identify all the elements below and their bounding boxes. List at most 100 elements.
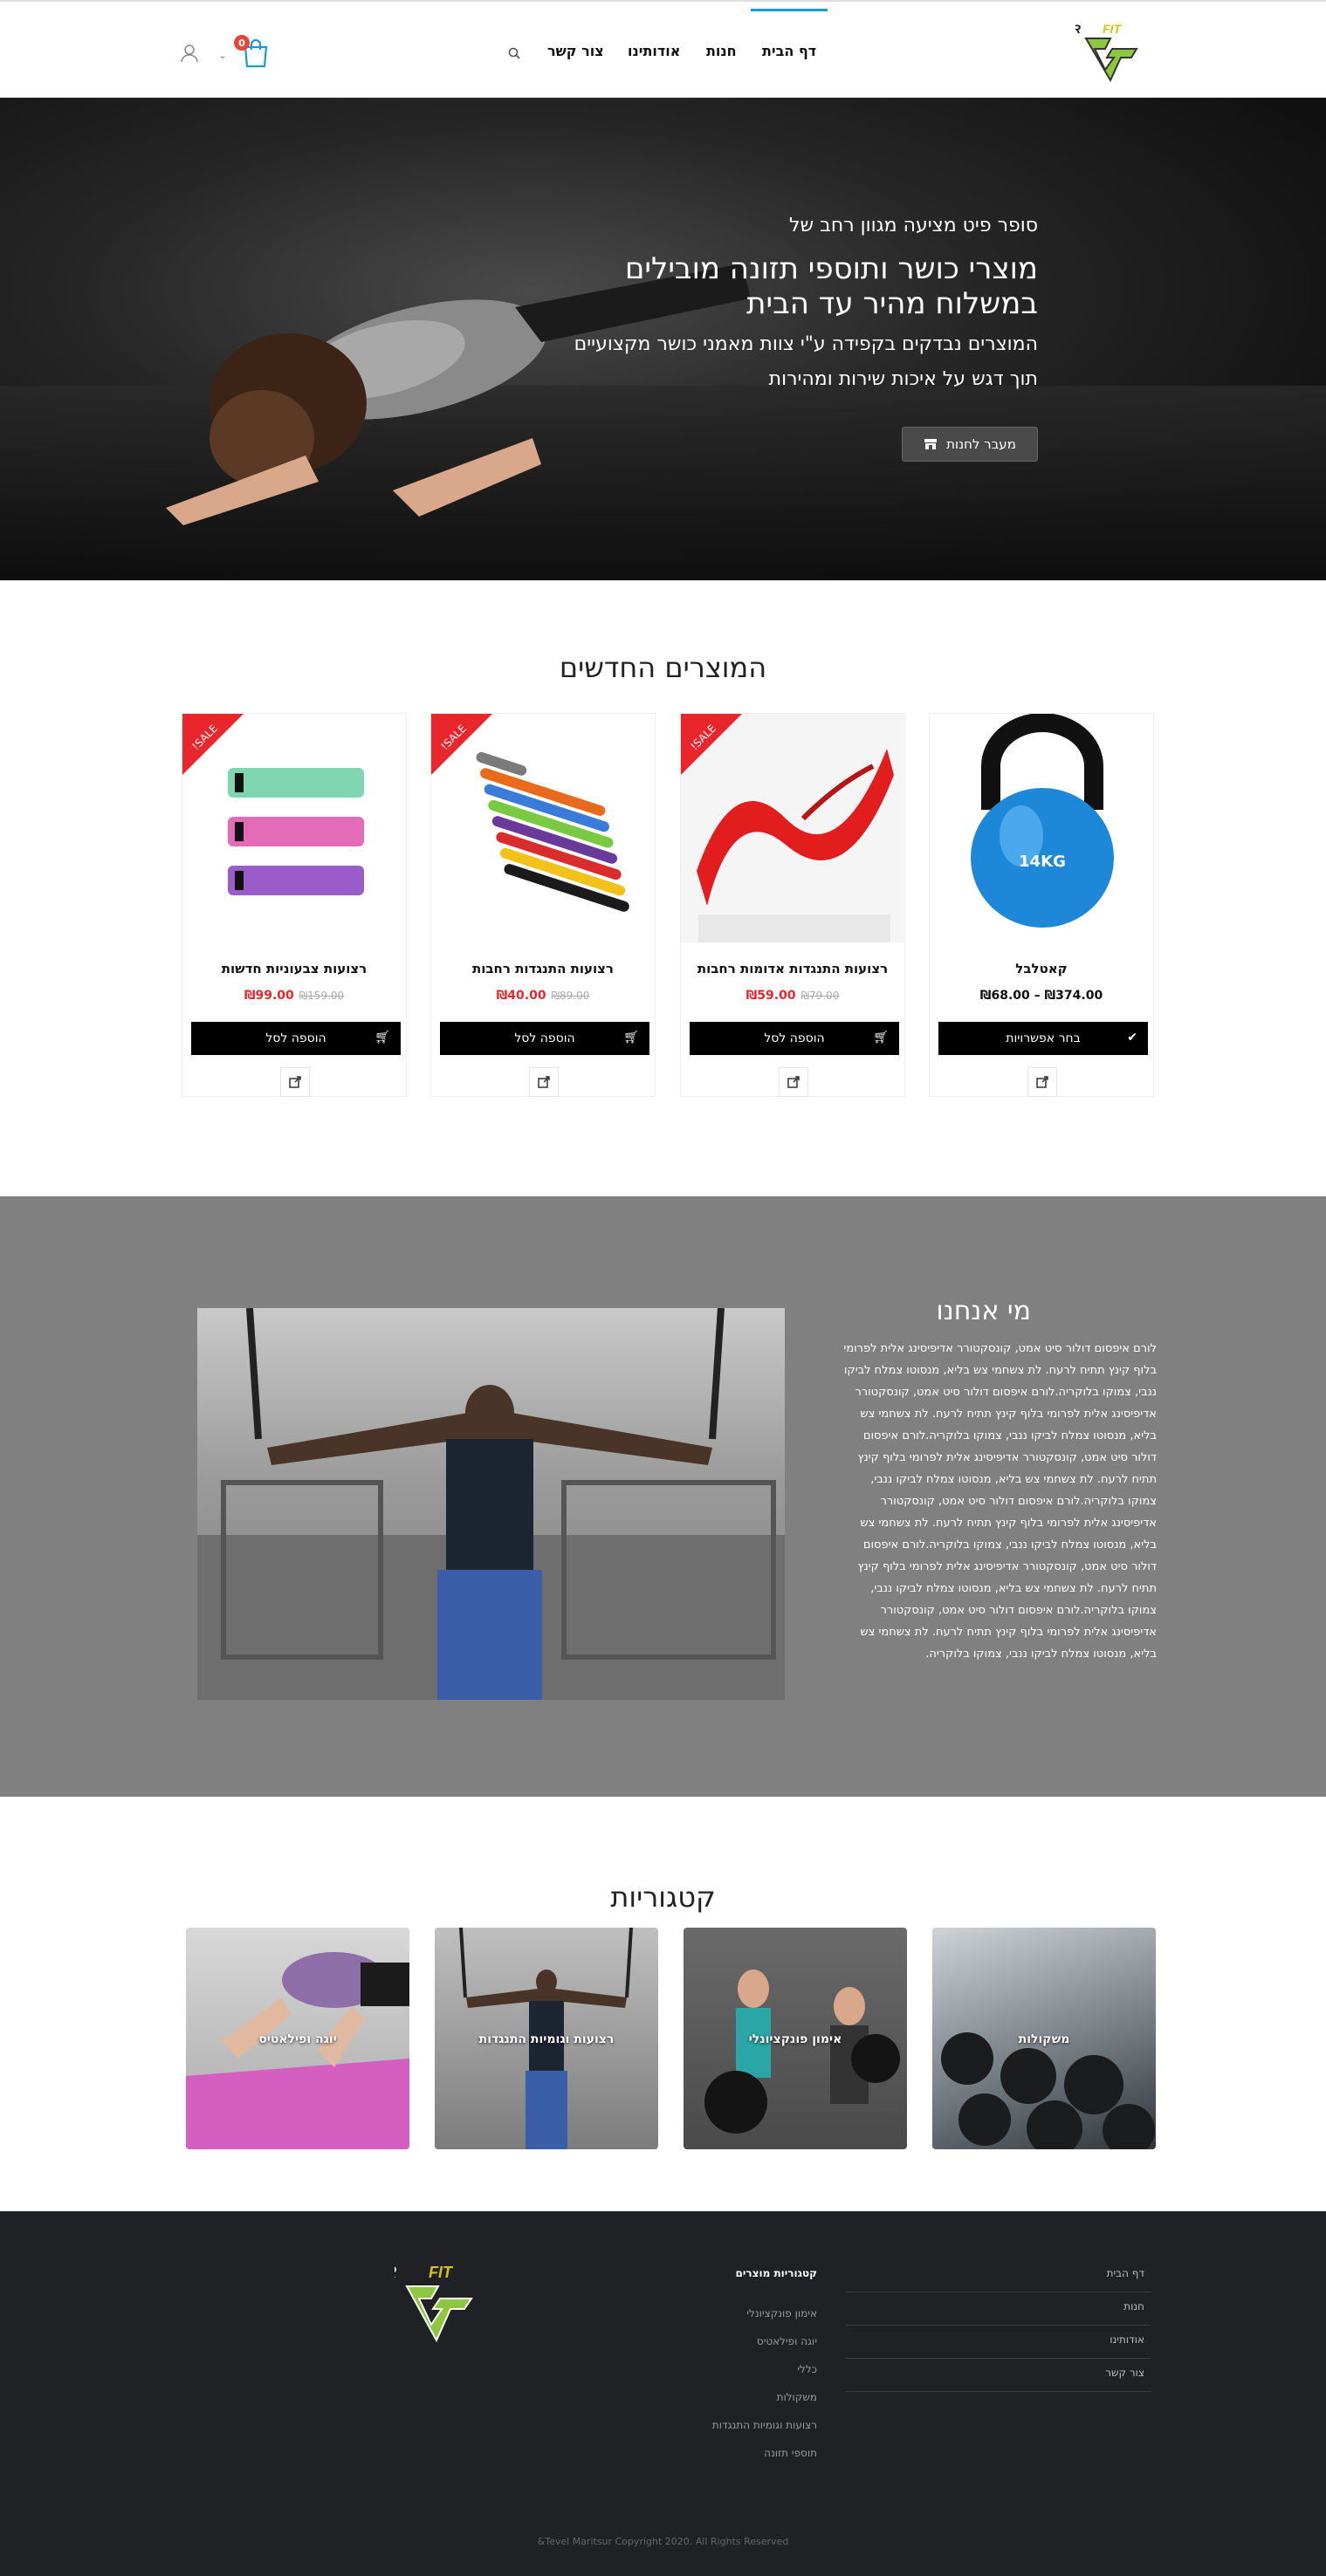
product-image[interactable]: SALE!: [681, 714, 906, 942]
hero-subtitle: סופר פיט מציעה מגוון רחב של: [789, 215, 1038, 236]
product-card[interactable]: SALE! רצועות התנגדות רחבות ₪40.00 ₪89.00 …: [430, 713, 656, 1097]
category-label: יוגה ופילאטיס: [258, 2032, 337, 2046]
category-label: רצועות וגומיות התנגדות: [478, 2032, 615, 2046]
hero-banner: סופר פיט מציעה מגוון רחב של מוצרי כושר ו…: [0, 98, 1326, 580]
button-label: בחר אפשרויות: [1006, 1031, 1081, 1045]
cart-icon: 🛒︎: [374, 1031, 390, 1045]
product-name[interactable]: רצועות התנגדות רחבות: [431, 961, 655, 976]
about-title: מי אנחנו: [936, 1296, 1031, 1326]
check-icon: ✔: [1127, 1031, 1137, 1045]
add-to-cart-button[interactable]: 🛒︎ הוספה לסל: [690, 1022, 899, 1055]
product-name[interactable]: רצועות צבעוניות חדשות: [182, 961, 406, 976]
footer-cat-link[interactable]: כללי: [797, 2363, 817, 2375]
hero-title-line2: במשלוח מהיר עד הבית: [746, 286, 1038, 321]
nav-item-home[interactable]: דף הבית: [762, 2, 816, 99]
nav-contact-label[interactable]: צור קשר: [547, 43, 604, 59]
category-tile-weights[interactable]: משקולות: [932, 1928, 1156, 2149]
product-card[interactable]: SALE! רצועות צבעוניות חדשות ₪99.00 ₪159.0…: [182, 713, 407, 1097]
cart-icon: 🛒︎: [873, 1031, 889, 1045]
divider: [846, 2325, 1151, 2326]
product-image[interactable]: 14KG: [930, 714, 1155, 942]
cart-icon: 🛒︎: [623, 1031, 639, 1045]
divider: [846, 2358, 1151, 2359]
footer-cat-link[interactable]: אימון פונקציונלי: [746, 2307, 817, 2319]
product-price: ₪374.00 – ₪68.00: [930, 989, 1153, 1003]
footer-cat-link[interactable]: רצועות וגומיות התנגדות: [712, 2419, 817, 2431]
product-name[interactable]: קאטלבל: [930, 961, 1153, 976]
nav-item-shop[interactable]: חנות: [706, 2, 737, 99]
category-tile-yoga[interactable]: יוגה ופילאטיס: [186, 1928, 409, 2149]
price-new: ₪59.00: [745, 989, 796, 1003]
share-icon[interactable]: [779, 1067, 808, 1097]
share-icon[interactable]: [529, 1067, 559, 1097]
hero-line1: המוצרים נבדקים בקפידה ע"י צוות מאמני כוש…: [574, 333, 1038, 355]
search-icon[interactable]: [508, 47, 520, 59]
button-label: הוספה לסל: [265, 1031, 326, 1045]
site-header: SUPER FIT דף הבית חנות אודותינו צור קשר …: [0, 0, 1326, 98]
price-old: ₪79.00: [800, 990, 840, 1002]
logo-text-fit: FIT: [429, 2264, 454, 2281]
footer-logo[interactable]: SUPER FIT: [395, 2262, 487, 2346]
price-range: ₪374.00 – ₪68.00: [979, 989, 1103, 1003]
logo-mark: [1084, 38, 1138, 83]
button-label: הוספה לסל: [764, 1031, 825, 1045]
share-icon[interactable]: [280, 1067, 310, 1097]
category-label: אימון פונקציונלי: [748, 2032, 842, 2046]
nav-about-label[interactable]: אודותינו: [628, 43, 680, 59]
category-label: משקולות: [1018, 2032, 1070, 2046]
copyright: Tevel Maritsur Copyright 2020. All Right…: [537, 2536, 789, 2547]
share-icon[interactable]: [1027, 1067, 1057, 1097]
store-icon: [924, 439, 938, 449]
footer-cat-link[interactable]: יוגה ופילאטיס: [757, 2335, 817, 2347]
about-text: לורם איפסום דולור סיט אמט, קונסקטורר אדי…: [843, 1342, 1157, 1661]
kettlebell-weight-label: 14KG: [1019, 853, 1066, 871]
footer-link-home[interactable]: דף הבית: [1107, 2267, 1144, 2279]
logo-text-super: SUPER: [395, 2264, 396, 2281]
shop-now-button[interactable]: מעבר לחנות: [902, 427, 1038, 462]
product-price: ₪59.00 ₪79.00: [681, 989, 904, 1003]
category-tile-bands[interactable]: רצועות וגומיות התנגדות: [435, 1928, 658, 2149]
footer-link-shop[interactable]: חנות: [1123, 2300, 1144, 2312]
hero-line2: תוך דגש על איכות שירות ומהירות: [768, 368, 1038, 390]
about-section: מי אנחנו לורם איפסום דולור סיט אמט, קונס…: [0, 1196, 1326, 1797]
product-card[interactable]: SALE! רצועות התנגדות אדומות רחבות ₪59.00…: [680, 713, 906, 1097]
nav-item-contact[interactable]: צור קשר: [547, 2, 604, 99]
product-card[interactable]: 14KG קאטלבל ₪374.00 – ₪68.00 ✔ בחר אפשרו…: [929, 713, 1154, 1097]
product-price: ₪40.00 ₪89.00: [431, 989, 655, 1003]
product-image[interactable]: SALE!: [182, 714, 408, 942]
product-image[interactable]: SALE!: [431, 714, 656, 942]
price-new: ₪40.00: [496, 989, 546, 1003]
footer-link-contact[interactable]: צור קשר: [1105, 2367, 1144, 2379]
product-price: ₪99.00 ₪159.00: [182, 989, 406, 1003]
price-old: ₪159.00: [299, 990, 345, 1002]
button-label: הוספה לסל: [514, 1031, 575, 1045]
logo-text-super: SUPER: [1075, 22, 1082, 36]
nav-home-label[interactable]: דף הבית: [762, 43, 816, 59]
footer-categories-title: קטגוריות מוצרים: [735, 2267, 817, 2279]
price-old: ₪89.00: [551, 990, 590, 1002]
nav-item-about[interactable]: אודותינו: [628, 2, 680, 99]
hero-title-line1: מוצרי כושר ותוספי תזונה מובילים: [624, 251, 1038, 286]
divider: [846, 2391, 1151, 2392]
footer-cat-link[interactable]: משקולות: [777, 2391, 817, 2403]
category-tile-functional[interactable]: אימון פונקציונלי: [684, 1928, 907, 2149]
kettlebell-image: 14KG: [971, 714, 1114, 928]
shop-now-label: מעבר לחנות: [946, 436, 1016, 452]
chevron-down-icon[interactable]: ⌄: [218, 49, 227, 61]
add-to-cart-button[interactable]: 🛒︎ הוספה לסל: [191, 1022, 401, 1055]
select-options-button[interactable]: ✔ בחר אפשרויות: [938, 1022, 1148, 1055]
about-image: [197, 1308, 785, 1700]
logo-text-fit: FIT: [1103, 22, 1122, 36]
nav-shop-label[interactable]: חנות: [706, 43, 737, 59]
site-footer: דף הבית חנות אודותינו צור קשר קטגוריות מ…: [0, 2211, 1326, 2576]
new-products-title: המוצרים החדשים: [559, 651, 767, 684]
cart-count-badge: 0: [234, 35, 250, 51]
price-new: ₪99.00: [244, 989, 294, 1003]
product-name[interactable]: רצועות התנגדות אדומות רחבות: [681, 961, 904, 976]
site-logo[interactable]: SUPER FIT: [1075, 19, 1152, 86]
add-to-cart-button[interactable]: 🛒︎ הוספה לסל: [440, 1022, 649, 1055]
user-account-icon[interactable]: [180, 44, 199, 63]
footer-link-about[interactable]: אודותינו: [1110, 2333, 1144, 2346]
footer-cat-link[interactable]: תוספי תזונה: [764, 2447, 817, 2459]
categories-title: קטגוריות: [610, 1881, 716, 1914]
